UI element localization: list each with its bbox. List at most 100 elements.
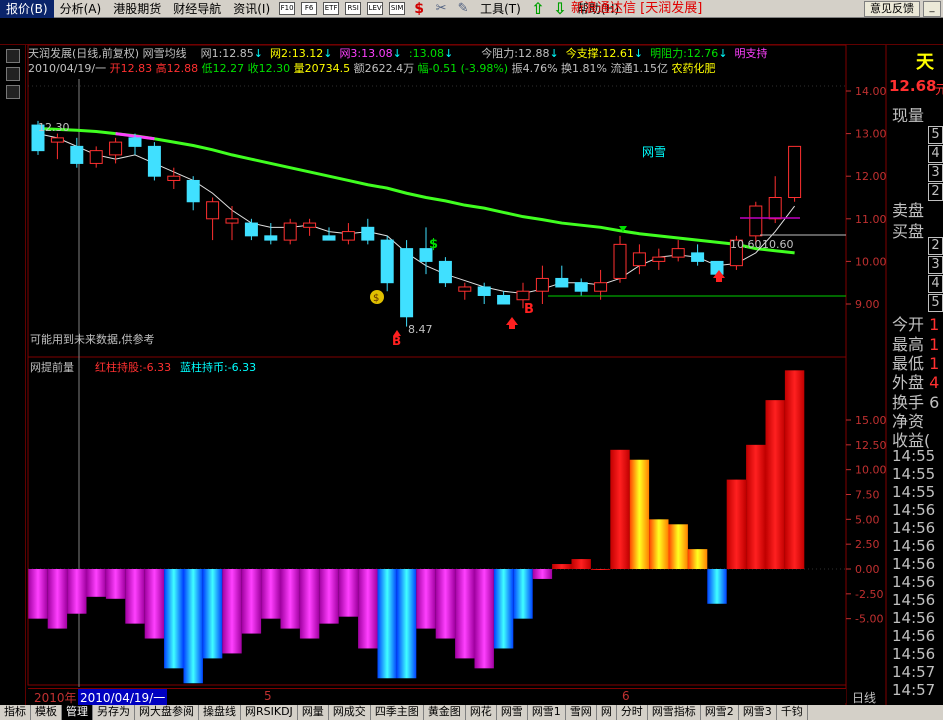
tools-icon[interactable]: ✂: [432, 1, 450, 17]
tab-turnover[interactable]: 网成交: [329, 705, 371, 720]
quote-level: 4: [928, 145, 943, 163]
header-indicator[interactable]: 网雪均线: [143, 47, 187, 60]
tab-timeshare[interactable]: 分时: [617, 705, 648, 720]
menu-analysis[interactable]: 分析(A): [54, 0, 108, 18]
bar-positive: [746, 444, 766, 569]
header-stock: 天润发展(日线,前复权): [28, 47, 140, 60]
header-next-support: 明支持: [734, 47, 768, 60]
RSI-icon[interactable]: RSI: [344, 1, 362, 17]
tick-time: 14:56: [892, 537, 936, 555]
feedback-button[interactable]: 意见反馈: [864, 1, 920, 17]
candle-body: [691, 252, 705, 262]
F10-icon[interactable]: F10: [278, 1, 296, 17]
tab-template[interactable]: 模板: [31, 705, 62, 720]
candle-body: [400, 248, 414, 318]
header-net2: 网2:13.12: [270, 47, 324, 60]
candle-body: [535, 277, 549, 292]
candle-body: [70, 145, 84, 164]
down-arrow-icon: ↓: [392, 47, 402, 60]
tab-flower[interactable]: 网花: [466, 705, 497, 720]
candle-body: [438, 260, 452, 284]
bottom-tab-bar: 指标 模板 管理 另存为 网大盘参阅 操盘线 网RSIKDJ 网量 网成交 四季…: [0, 705, 943, 720]
axis-year: 2010年: [34, 691, 77, 705]
tab-qianjun[interactable]: 千钧: [777, 705, 808, 720]
header-high: 高12.88: [155, 62, 199, 75]
minimize-button[interactable]: _: [923, 1, 941, 17]
quote-level: 3: [928, 256, 943, 274]
tab-net[interactable]: 网: [597, 705, 617, 720]
period-label[interactable]: 日线: [852, 689, 876, 706]
app-title: 新浪通达信 [天润发展]: [571, 1, 703, 16]
tab-gold[interactable]: 黄金图: [424, 705, 466, 720]
price-tick-label: 12.00: [855, 170, 887, 183]
tick-time: 14:55: [892, 447, 936, 465]
tab-snow[interactable]: 网雪: [497, 705, 528, 720]
bar-negative: [338, 569, 359, 617]
bar-positive: [726, 479, 747, 569]
quote-level: 2: [928, 237, 943, 255]
candle-body: [729, 239, 743, 267]
tick-time: 14:57: [892, 663, 936, 681]
bar-negative: [435, 569, 456, 639]
tab-index-ref[interactable]: 网大盘参阅: [135, 705, 199, 720]
down-arrow-icon: [619, 226, 627, 232]
dollar-icon[interactable]: $: [410, 1, 428, 17]
pen-icon[interactable]: ✎: [454, 1, 472, 17]
bar-positive: [629, 459, 650, 569]
header-float: 流通1.15亿: [610, 62, 668, 75]
candle-body: [303, 222, 317, 228]
strip-button-1[interactable]: [6, 49, 20, 63]
tab-snow2[interactable]: 网雪2: [701, 705, 739, 720]
down-arrow-icon[interactable]: ⇩: [551, 0, 569, 17]
candle-body: [419, 248, 433, 262]
bar-negative: [474, 569, 494, 669]
tab-snow-indicator[interactable]: 网雪指标: [648, 705, 701, 720]
tab-snow3[interactable]: 网雪3: [739, 705, 777, 720]
tab-indicator[interactable]: 指标: [0, 705, 31, 720]
tick-time: 14:57: [892, 681, 936, 699]
date-axis: 2010年 2010/04/19/一 5 6: [28, 688, 846, 706]
sub-tick-label: 10.00: [855, 464, 887, 477]
menu-finance-nav[interactable]: 财经导航: [167, 0, 227, 18]
money-bag-icon: [370, 290, 384, 304]
tab-trade-line[interactable]: 操盘线: [199, 705, 241, 720]
tab-rsi-kdj[interactable]: 网RSIKDJ: [241, 705, 298, 720]
F6-icon[interactable]: F6: [300, 1, 318, 17]
tab-snow1[interactable]: 网雪1: [528, 705, 566, 720]
down-arrow-icon: ↓: [549, 47, 559, 60]
ETF-icon[interactable]: ETF: [322, 1, 340, 17]
price-tick-label: 9.00: [855, 298, 880, 311]
RSI-icon-label: RSI: [345, 2, 362, 15]
candle-body: [458, 286, 472, 292]
axis-month-6: 6: [622, 689, 630, 703]
bar-negative: [416, 569, 436, 629]
header-sector[interactable]: 农药化肥: [671, 62, 715, 75]
F6-icon-label: F6: [301, 2, 318, 15]
down-arrow-icon: ↓: [253, 47, 264, 60]
bar-negative: [183, 569, 203, 684]
bar-negative: [222, 569, 242, 654]
tab-season[interactable]: 四季主图: [371, 705, 424, 720]
menu-hk-futures[interactable]: 港股期货: [107, 0, 167, 18]
price-tick-label: 10.00: [855, 255, 887, 268]
quote-level: 4: [928, 275, 943, 293]
tab-snow-w[interactable]: 雪网: [566, 705, 597, 720]
LEV-icon[interactable]: LEV: [366, 1, 384, 17]
SIM-icon[interactable]: SIM: [388, 1, 406, 17]
menu-info[interactable]: 资讯(I): [227, 0, 276, 18]
menu-quote[interactable]: 报价(B): [0, 0, 54, 18]
header-date: 2010/04/19/一: [28, 62, 107, 75]
strip-button-3[interactable]: [6, 85, 20, 99]
menu-tools[interactable]: 工具(T): [474, 0, 527, 18]
sub-tick-label: 15.00: [855, 414, 887, 427]
label-last: 10.60: [730, 238, 762, 251]
tab-volume[interactable]: 网量: [298, 705, 329, 720]
strip-button-2[interactable]: [6, 67, 20, 81]
candle-body: [147, 145, 161, 177]
candle-body: [31, 124, 45, 152]
up-arrow-icon[interactable]: ⇧: [529, 0, 547, 17]
tab-manage[interactable]: 管理: [62, 705, 93, 720]
chart-header-line2: 2010/04/19/一 开12.83 高12.88 低12.27 收12.30…: [28, 62, 846, 76]
tab-save-as[interactable]: 另存为: [93, 705, 135, 720]
label-low: 8.47: [408, 323, 433, 336]
